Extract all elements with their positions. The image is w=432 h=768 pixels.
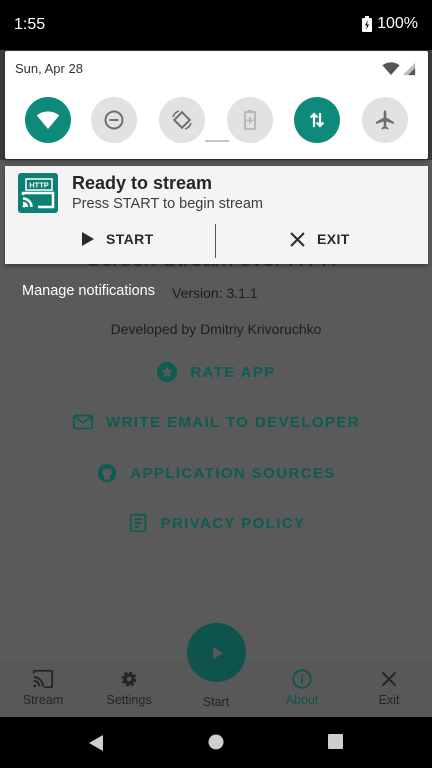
quick-settings-panel: Sun, Apr 28 (5, 51, 428, 159)
battery-charging-icon (362, 16, 373, 32)
nav-start[interactable]: Start (173, 695, 259, 709)
nav-exit[interactable]: Exit (346, 668, 432, 707)
notification-text: Press START to begin stream (72, 196, 263, 212)
rate-app-label: RATE APP (190, 363, 276, 381)
do-not-disturb-icon (104, 110, 124, 130)
github-icon (98, 463, 117, 483)
http-cast-icon: HTTP (18, 173, 58, 213)
play-icon (82, 232, 94, 246)
status-bar: 1:55 100% (0, 0, 432, 50)
play-icon (212, 646, 223, 659)
battery-percent: 100% (377, 15, 418, 32)
mobile-data-tile[interactable] (294, 97, 340, 143)
system-navigation-bar (0, 717, 432, 768)
gear-icon (121, 671, 137, 687)
nav-stream[interactable]: Stream (0, 668, 86, 707)
email-developer-label: WRITE EMAIL TO DEVELOPER (106, 413, 360, 431)
notification-title: Ready to stream (72, 173, 213, 193)
auto-rotate-tile[interactable] (159, 97, 205, 143)
clock: 1:55 (14, 16, 46, 33)
close-icon (381, 671, 397, 687)
wifi-icon (36, 111, 60, 129)
svg-text:HTTP: HTTP (29, 181, 49, 190)
wifi-tile[interactable] (25, 97, 71, 143)
email-developer-link[interactable]: WRITE EMAIL TO DEVELOPER (0, 411, 432, 433)
battery-saver-icon (244, 110, 256, 130)
cellular-signal-icon (402, 62, 416, 76)
application-sources-label: APPLICATION SOURCES (130, 464, 336, 482)
developer-text: Developed by Dmitriy Krivoruchko (110, 321, 322, 337)
application-sources-link[interactable]: APPLICATION SOURCES (0, 462, 432, 484)
do-not-disturb-tile[interactable] (91, 97, 137, 143)
home-icon[interactable] (208, 734, 224, 750)
rate-app-link[interactable]: RATE APP (0, 361, 432, 383)
stream-notification[interactable]: HTTP Ready to stream Press START to begi… (5, 166, 428, 264)
recents-icon[interactable] (328, 734, 343, 749)
manage-notifications-link[interactable]: Manage notifications (22, 283, 155, 299)
star-circle-icon (157, 361, 178, 383)
privacy-policy-link[interactable]: PRIVACY POLICY (0, 512, 432, 534)
info-icon (292, 669, 312, 689)
document-icon (129, 513, 146, 533)
close-icon (290, 231, 305, 247)
nav-settings[interactable]: Settings (86, 668, 172, 707)
exit-action-label: EXIT (317, 231, 350, 247)
auto-rotate-icon (172, 110, 192, 130)
action-divider (215, 224, 216, 258)
quick-settings-handle[interactable] (205, 140, 229, 142)
nav-about[interactable]: About (259, 668, 345, 707)
privacy-policy-label: PRIVACY POLICY (160, 514, 306, 532)
airplane-mode-tile[interactable] (362, 97, 408, 143)
nav-start-label: Start (202, 695, 230, 709)
cast-icon (32, 669, 54, 689)
nav-settings-label: Settings (106, 693, 152, 707)
airplane-mode-icon (376, 110, 394, 130)
back-icon[interactable] (88, 734, 104, 752)
mobile-data-icon (309, 112, 325, 128)
start-stream-fab[interactable] (187, 623, 246, 682)
notification-exit-button[interactable]: EXIT (290, 231, 350, 247)
version-text: Version: 3.1.1 (172, 285, 258, 301)
wifi-signal-icon (382, 62, 400, 75)
nav-stream-label: Stream (22, 693, 64, 707)
start-action-label: START (106, 231, 154, 247)
network-status (382, 62, 416, 76)
battery-saver-tile[interactable] (227, 97, 273, 143)
nav-exit-label: Exit (378, 693, 400, 707)
date-text: Sun, Apr 28 (15, 61, 83, 76)
nav-about-label: About (285, 693, 319, 707)
battery-indicator: 100% (362, 15, 418, 33)
mail-icon (72, 414, 94, 430)
notification-start-button[interactable]: START (82, 231, 154, 247)
